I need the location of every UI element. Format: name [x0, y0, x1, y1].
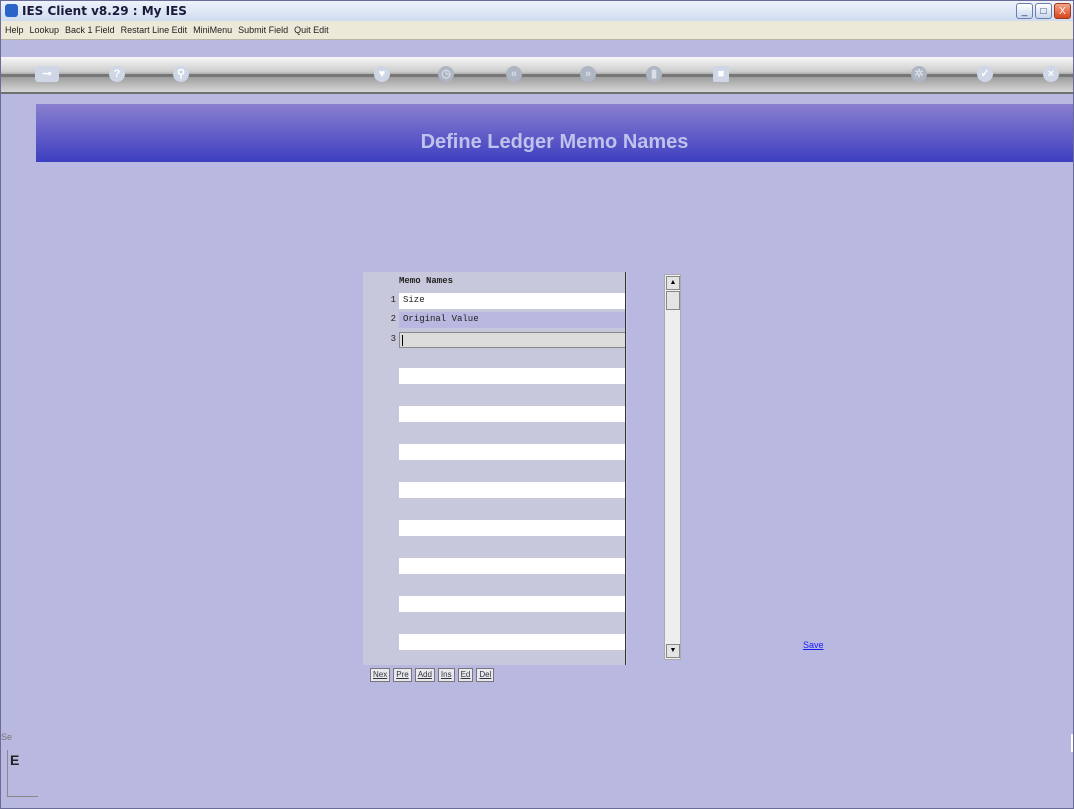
column-header-memo-names: Memo Names — [399, 276, 454, 286]
table-row[interactable] — [399, 444, 626, 460]
insert-button[interactable]: Ins — [437, 668, 455, 682]
table-row[interactable] — [399, 634, 626, 650]
menu-item-quit-edit[interactable]: Quit Edit — [294, 21, 329, 39]
window-title: IES Client v8.29 : My IES — [22, 4, 187, 18]
app-icon — [5, 4, 18, 17]
table-row[interactable] — [399, 406, 626, 422]
memo-name-cell[interactable]: Original Value — [403, 314, 479, 324]
page-header: Define Ledger Memo Names — [36, 104, 1073, 162]
menu-bar: Help Lookup Back 1 Field Restart Line Ed… — [1, 21, 1073, 40]
save-icon[interactable]: ▮ — [646, 66, 662, 82]
table-row[interactable] — [399, 558, 626, 574]
check-icon[interactable]: ✓ — [977, 66, 993, 82]
row-number: 1 — [390, 295, 396, 305]
memo-name-input[interactable] — [399, 332, 626, 348]
edit-button[interactable]: Ed — [457, 668, 474, 682]
menu-item-help[interactable]: Help — [5, 21, 24, 39]
memo-names-grid: Memo Names 1 Size 2 Original Value 3 — [363, 272, 627, 665]
forward-icon[interactable]: » — [580, 66, 596, 82]
previous-button[interactable]: Pre — [393, 668, 412, 682]
menu-item-submit-field[interactable]: Submit Field — [238, 21, 288, 39]
heart-icon[interactable]: ♥ — [374, 66, 390, 82]
menu-item-lookup[interactable]: Lookup — [30, 21, 60, 39]
settings-icon[interactable]: ✲ — [911, 66, 927, 82]
delete-button[interactable]: Del — [476, 668, 495, 682]
app-window: IES Client v8.29 : My IES _ □ X Help Loo… — [0, 0, 1074, 809]
title-bar: IES Client v8.29 : My IES _ □ X — [1, 1, 1073, 22]
add-button[interactable]: Add — [414, 668, 435, 682]
window-controls: _ □ X — [1016, 3, 1071, 19]
stop-icon[interactable]: ■ — [713, 66, 729, 82]
table-row[interactable] — [399, 293, 626, 309]
table-row[interactable] — [399, 482, 626, 498]
left-panel-stub: Se — [1, 732, 13, 742]
search-icon[interactable]: ⚲ — [173, 66, 189, 82]
menu-item-back-1-field[interactable]: Back 1 Field — [65, 21, 115, 39]
maximize-icon[interactable]: □ — [1035, 3, 1052, 19]
left-panel-box: E — [7, 750, 38, 797]
table-row[interactable] — [399, 368, 626, 384]
next-button[interactable]: Nex — [370, 668, 391, 682]
menu-item-minimenu[interactable]: MiniMenu — [193, 21, 232, 39]
table-row[interactable] — [399, 520, 626, 536]
row-number: 3 — [390, 334, 396, 344]
grid-border — [625, 272, 626, 665]
close-window-icon[interactable]: X — [1054, 3, 1071, 19]
page-title: Define Ledger Memo Names — [420, 131, 689, 153]
row-number: 2 — [390, 314, 396, 324]
minimize-icon[interactable]: _ — [1016, 3, 1033, 19]
scroll-up-icon[interactable]: ▲ — [666, 276, 680, 290]
table-row[interactable] — [399, 596, 626, 612]
close-icon[interactable]: × — [1043, 66, 1059, 82]
text-caret — [402, 335, 403, 346]
clock-icon[interactable]: ◷ — [438, 66, 454, 82]
memo-name-cell[interactable]: Size — [403, 295, 425, 305]
menu-item-restart-line-edit[interactable]: Restart Line Edit — [121, 21, 188, 39]
scroll-down-icon[interactable]: ▼ — [666, 644, 680, 658]
rewind-icon[interactable]: « — [506, 66, 522, 82]
grid-nav-buttons: Nex Pre Add Ins Ed Del — [370, 668, 495, 682]
right-edge-marker — [1071, 734, 1073, 752]
vertical-scrollbar[interactable]: ▲ ▼ — [664, 274, 681, 660]
toolbar: ⊸ ? ⚲ ♥ ◷ « » ▮ ■ ✲ ✓ × — [1, 57, 1073, 94]
help-icon[interactable]: ? — [109, 66, 125, 82]
save-link[interactable]: Save — [803, 640, 824, 650]
scroll-thumb[interactable] — [666, 291, 680, 310]
key-icon[interactable]: ⊸ — [35, 66, 59, 82]
left-panel-label: E — [10, 752, 20, 768]
